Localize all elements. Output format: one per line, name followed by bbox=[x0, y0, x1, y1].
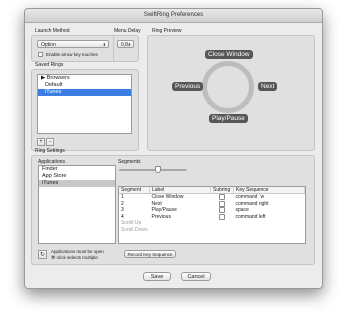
list-item[interactable]: Finder bbox=[39, 166, 115, 173]
ring-settings-group: Applications Finder App Store iTunes Seg… bbox=[31, 155, 315, 265]
saved-rings-heading: Saved Rings bbox=[35, 62, 64, 68]
ring-preview-group: Close Window Previous Next Play/Pause bbox=[147, 35, 315, 151]
saved-ring-label: Default bbox=[45, 82, 63, 88]
segment-number: 1 bbox=[121, 194, 124, 201]
arrow-key-checkbox[interactable] bbox=[38, 52, 43, 57]
save-button[interactable]: Save bbox=[143, 272, 171, 281]
segments-label: Segments bbox=[118, 159, 141, 165]
launch-method-popup[interactable]: Option ⬍ bbox=[37, 40, 109, 48]
segments-slider-track[interactable] bbox=[119, 169, 187, 171]
popup-arrows-icon: ⬍ bbox=[102, 42, 106, 47]
subring-checkbox[interactable] bbox=[219, 207, 225, 214]
arrow-key-checkbox-label: Enable arrow key touches bbox=[46, 52, 98, 57]
disclosure-triangle-icon[interactable]: ▶ bbox=[41, 75, 45, 81]
preferences-window: SwiftRing Preferences Launch Method Opti… bbox=[24, 8, 323, 289]
subring-checkbox[interactable] bbox=[219, 194, 225, 201]
list-item-selected[interactable]: iTunes bbox=[38, 89, 131, 96]
segments-table[interactable]: Segment Label Subring Key Sequence 1 Clo… bbox=[118, 186, 306, 244]
saved-rings-group: ▶ Browsers Default iTunes + − bbox=[31, 69, 139, 151]
table-row[interactable]: 1 Close Window command `w bbox=[119, 194, 305, 201]
ring-segment-bottom: Play/Pause bbox=[209, 114, 248, 123]
window-title: SwiftRing Preferences bbox=[25, 9, 322, 23]
refresh-icon[interactable]: ↻ bbox=[38, 250, 47, 259]
key-sequence[interactable]: command `w bbox=[234, 194, 305, 201]
record-key-sequence-button[interactable]: Record Key Sequence bbox=[124, 250, 176, 258]
ring-segment-top: Close Window bbox=[205, 50, 253, 59]
ring-segment-left: Previous bbox=[172, 82, 204, 91]
segment-label[interactable]: Close Window bbox=[150, 194, 211, 201]
cancel-button[interactable]: Cancel bbox=[181, 272, 211, 281]
scroll-down-row: Scroll Down bbox=[121, 226, 148, 233]
table-row: Scroll Down bbox=[119, 227, 305, 234]
applications-note-line1: Applications must be open bbox=[51, 249, 104, 254]
remove-ring-button[interactable]: − bbox=[46, 138, 54, 146]
application-label: App Store bbox=[42, 173, 67, 179]
ring-circle bbox=[202, 61, 254, 113]
menu-delay-stepper[interactable]: 0,8 ⬍ bbox=[117, 40, 134, 48]
list-item[interactable]: App Store bbox=[39, 173, 115, 180]
list-item[interactable]: ▶ Browsers bbox=[38, 75, 131, 82]
list-item-selected[interactable]: iTunes bbox=[39, 180, 115, 187]
list-item[interactable]: Default bbox=[38, 82, 131, 89]
saved-rings-list[interactable]: ▶ Browsers Default iTunes bbox=[37, 74, 132, 134]
ring-preview-heading: Ring Preview bbox=[152, 28, 182, 34]
applications-list[interactable]: Finder App Store iTunes bbox=[38, 165, 116, 244]
add-ring-button[interactable]: + bbox=[37, 138, 45, 146]
application-label: iTunes bbox=[42, 180, 59, 186]
launch-method-value: Option bbox=[41, 42, 56, 48]
column-header-subring[interactable]: Subring bbox=[210, 187, 234, 194]
subring-checkbox[interactable] bbox=[219, 200, 225, 207]
menu-delay-heading: Menu Delay bbox=[114, 28, 141, 34]
saved-ring-label: Browsers bbox=[46, 75, 70, 81]
application-label: Finder bbox=[42, 166, 58, 172]
segments-slider-thumb[interactable] bbox=[155, 166, 161, 173]
stepper-arrows-icon[interactable]: ⬍ bbox=[128, 41, 131, 49]
launch-method-heading: Launch Method bbox=[35, 28, 70, 34]
ring-settings-heading: Ring Settings bbox=[35, 148, 65, 154]
applications-note-line2: ⌘-click selects multiple bbox=[51, 255, 98, 260]
saved-ring-label: iTunes bbox=[45, 89, 62, 95]
menu-delay-group: 0,8 ⬍ bbox=[113, 35, 139, 62]
subring-checkbox[interactable] bbox=[219, 213, 225, 220]
ring-segment-right: Next bbox=[258, 82, 278, 91]
